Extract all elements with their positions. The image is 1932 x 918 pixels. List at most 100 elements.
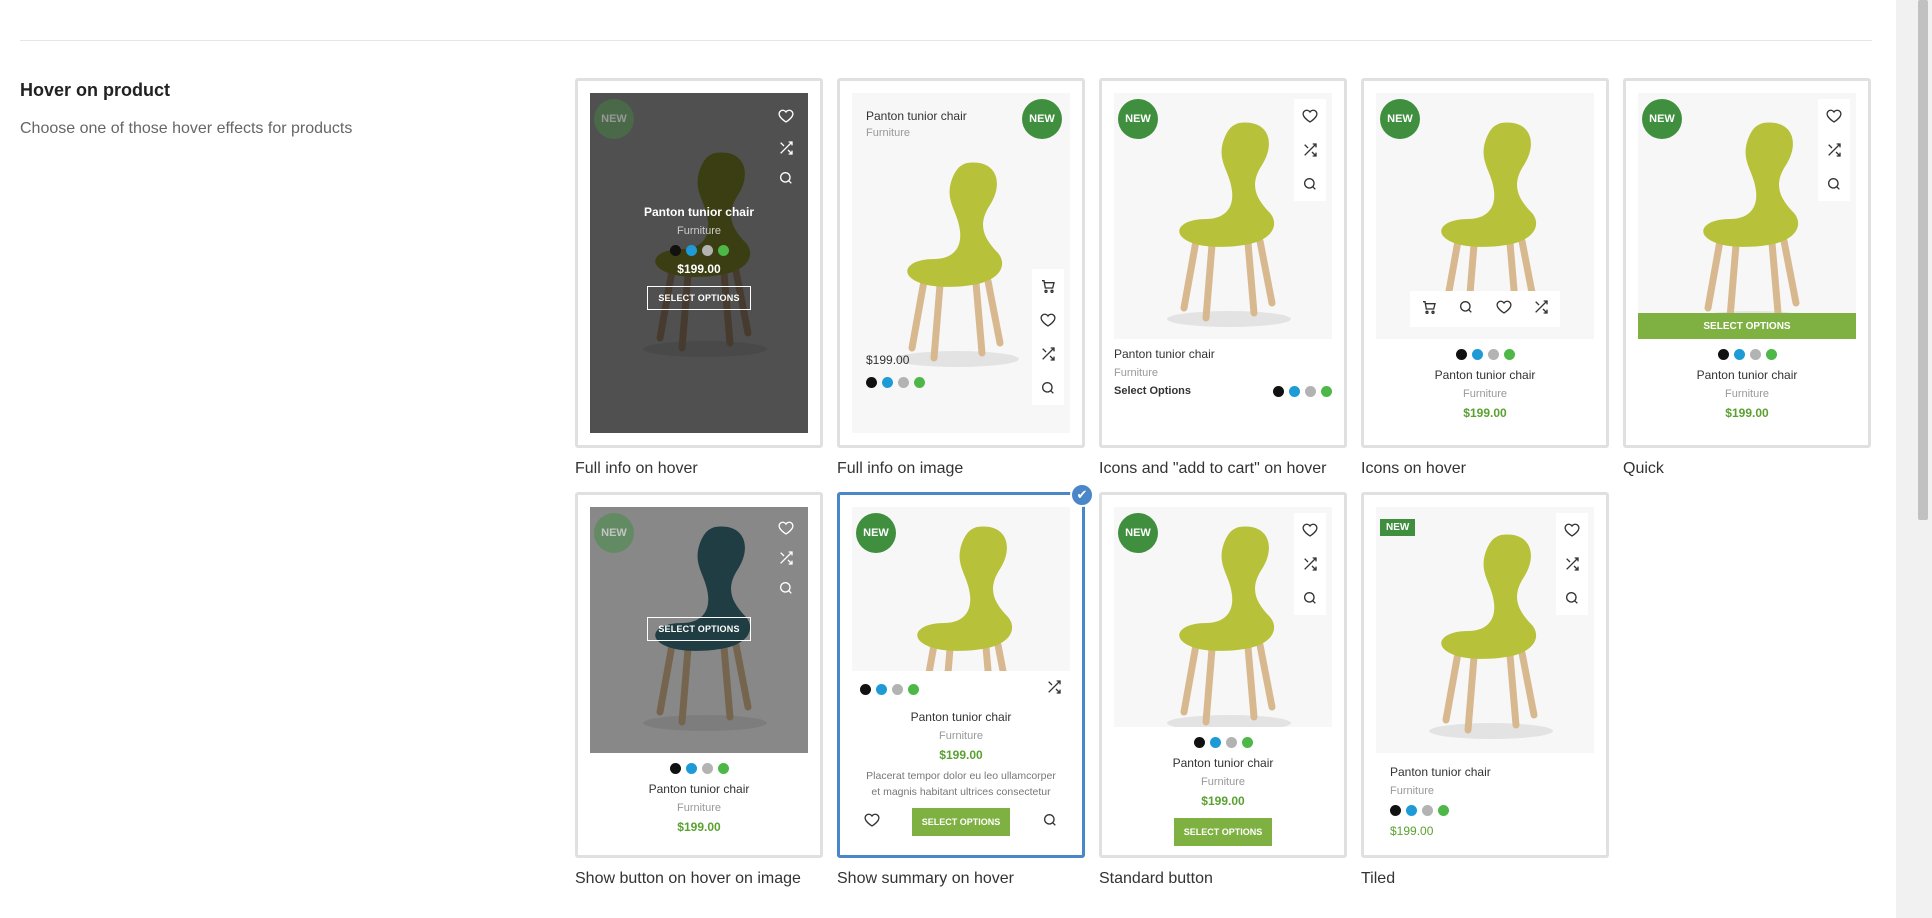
option-preview-frame[interactable]: Panton tunior chair Furniture NEW $199.0… xyxy=(837,78,1085,448)
compare-icon[interactable] xyxy=(1032,337,1064,371)
color-swatch[interactable] xyxy=(1503,349,1515,360)
product-category[interactable]: Furniture xyxy=(1114,776,1332,788)
color-swatch[interactable] xyxy=(685,763,697,774)
color-swatch[interactable] xyxy=(1438,805,1449,816)
option-preview-frame[interactable]: NEW SELECT OPTIONS Panton tunior chair F… xyxy=(1623,78,1871,448)
select-options-button[interactable]: SELECT OPTIONS xyxy=(1174,818,1272,846)
product-name[interactable]: Panton tunior chair xyxy=(1114,756,1332,770)
product-name[interactable]: Panton tunior chair xyxy=(1114,347,1332,361)
product-name[interactable]: Panton tunior chair xyxy=(1376,368,1594,382)
wishlist-icon[interactable] xyxy=(1294,513,1326,547)
color-swatch[interactable] xyxy=(669,245,681,256)
product-category[interactable]: Furniture xyxy=(866,127,967,139)
color-swatch[interactable] xyxy=(1193,737,1205,748)
compare-icon[interactable] xyxy=(1046,679,1062,700)
product-name[interactable]: Panton tunior chair xyxy=(852,710,1070,724)
option-preview-frame[interactable]: NEW Panton tunior chair Furniture Select… xyxy=(1099,78,1347,448)
color-swatch[interactable] xyxy=(717,763,729,774)
color-swatch[interactable] xyxy=(1455,349,1467,360)
scrollbar[interactable] xyxy=(1896,0,1932,918)
color-swatch[interactable] xyxy=(717,245,729,256)
option-full-info-on-image[interactable]: Panton tunior chair Furniture NEW $199.0… xyxy=(837,78,1085,478)
quick-view-icon[interactable] xyxy=(1294,581,1326,615)
color-swatch[interactable] xyxy=(860,684,871,695)
compare-icon[interactable] xyxy=(770,133,802,163)
product-name[interactable]: Panton tunior chair xyxy=(1638,368,1856,382)
product-name[interactable]: Panton tunior chair xyxy=(590,205,808,219)
option-preview-frame[interactable]: NEW Panton tunior chair Furniture $199.0… xyxy=(1099,492,1347,858)
option-quick[interactable]: NEW SELECT OPTIONS Panton tunior chair F… xyxy=(1623,78,1871,478)
color-swatch[interactable] xyxy=(1241,737,1253,748)
wishlist-icon[interactable] xyxy=(770,99,802,133)
product-category[interactable]: Furniture xyxy=(1638,388,1856,400)
color-swatch[interactable] xyxy=(1487,349,1499,360)
color-swatch[interactable] xyxy=(882,377,893,388)
product-category[interactable]: Furniture xyxy=(1376,388,1594,400)
quick-view-icon[interactable] xyxy=(1818,167,1850,201)
select-options-button[interactable]: SELECT OPTIONS xyxy=(647,286,751,310)
cart-icon[interactable] xyxy=(1421,299,1437,320)
color-swatch[interactable] xyxy=(908,684,919,695)
compare-icon[interactable] xyxy=(1294,133,1326,167)
color-swatch[interactable] xyxy=(1717,349,1729,360)
compare-icon[interactable] xyxy=(1556,547,1588,581)
color-swatch[interactable] xyxy=(1749,349,1761,360)
compare-icon[interactable] xyxy=(1533,299,1549,320)
option-icons-on-hover[interactable]: NEW Panton tunior chair Furniture $199.0… xyxy=(1361,78,1609,478)
select-options-link[interactable]: Select Options xyxy=(1114,385,1191,397)
color-swatch[interactable] xyxy=(914,377,925,388)
option-show-button-on-hover-on-image[interactable]: NEW SELECT OPTIONS Panton tunior chair F… xyxy=(575,492,823,888)
option-preview-frame[interactable]: NEW SELECT OPTIONS Panton tunior chair F… xyxy=(575,492,823,858)
wishlist-icon[interactable] xyxy=(864,812,880,833)
compare-icon[interactable] xyxy=(770,543,802,573)
option-tiled[interactable]: NEW Panton tunior chair Furniture $199.0… xyxy=(1361,492,1609,888)
color-swatch[interactable] xyxy=(1209,737,1221,748)
select-options-button[interactable]: SELECT OPTIONS xyxy=(647,617,751,641)
option-icons-and-add-to-cart[interactable]: NEW Panton tunior chair Furniture Select… xyxy=(1099,78,1347,478)
product-category[interactable]: Furniture xyxy=(852,730,1070,742)
product-name[interactable]: Panton tunior chair xyxy=(590,782,808,796)
compare-icon[interactable] xyxy=(1294,547,1326,581)
wishlist-icon[interactable] xyxy=(770,513,802,543)
quick-view-icon[interactable] xyxy=(770,163,802,193)
color-swatch[interactable] xyxy=(1321,385,1332,397)
color-swatch[interactable] xyxy=(1422,805,1433,816)
quick-view-icon[interactable] xyxy=(1294,167,1326,201)
quick-view-icon[interactable] xyxy=(1458,299,1474,320)
option-show-summary-on-hover[interactable]: ✔ NEW Panton tunior chair Furniture $199… xyxy=(837,483,1094,888)
option-preview-frame[interactable]: NEW Panton tunior chair Furniture $199.0… xyxy=(575,78,823,448)
color-swatch[interactable] xyxy=(1471,349,1483,360)
option-full-info-on-hover[interactable]: NEW Panton tunior chair Furniture $199.0… xyxy=(575,78,823,478)
product-name[interactable]: Panton tunior chair xyxy=(866,109,967,123)
wishlist-icon[interactable] xyxy=(1294,99,1326,133)
color-swatch[interactable] xyxy=(1733,349,1745,360)
color-swatch[interactable] xyxy=(1273,385,1284,397)
option-preview-frame[interactable]: NEW Panton tunior chair Furniture $199.0… xyxy=(1361,78,1609,448)
option-preview-frame[interactable]: ✔ NEW Panton tunior chair Furniture $199… xyxy=(837,483,1094,858)
product-category[interactable]: Furniture xyxy=(590,225,808,237)
product-category[interactable]: Furniture xyxy=(1114,367,1332,379)
color-swatch[interactable] xyxy=(1289,385,1300,397)
color-swatch[interactable] xyxy=(701,763,713,774)
quick-view-icon[interactable] xyxy=(770,573,802,603)
color-swatch[interactable] xyxy=(669,763,681,774)
color-swatch[interactable] xyxy=(898,377,909,388)
color-swatch[interactable] xyxy=(866,377,877,388)
select-options-button[interactable]: SELECT OPTIONS xyxy=(912,808,1010,836)
color-swatch[interactable] xyxy=(876,684,887,695)
product-category[interactable]: Furniture xyxy=(590,802,808,814)
color-swatch[interactable] xyxy=(892,684,903,695)
color-swatch[interactable] xyxy=(685,245,697,256)
cart-icon[interactable] xyxy=(1032,269,1064,303)
quick-view-icon[interactable] xyxy=(1042,812,1058,833)
color-swatch[interactable] xyxy=(1225,737,1237,748)
option-preview-frame[interactable]: NEW Panton tunior chair Furniture $199.0… xyxy=(1361,492,1609,858)
wishlist-icon[interactable] xyxy=(1556,513,1588,547)
color-swatch[interactable] xyxy=(1765,349,1777,360)
color-swatch[interactable] xyxy=(1305,385,1316,397)
product-name[interactable]: Panton tunior chair xyxy=(1390,765,1594,779)
color-swatch[interactable] xyxy=(1390,805,1401,816)
compare-icon[interactable] xyxy=(1818,133,1850,167)
color-swatch[interactable] xyxy=(1406,805,1417,816)
wishlist-icon[interactable] xyxy=(1496,299,1512,320)
